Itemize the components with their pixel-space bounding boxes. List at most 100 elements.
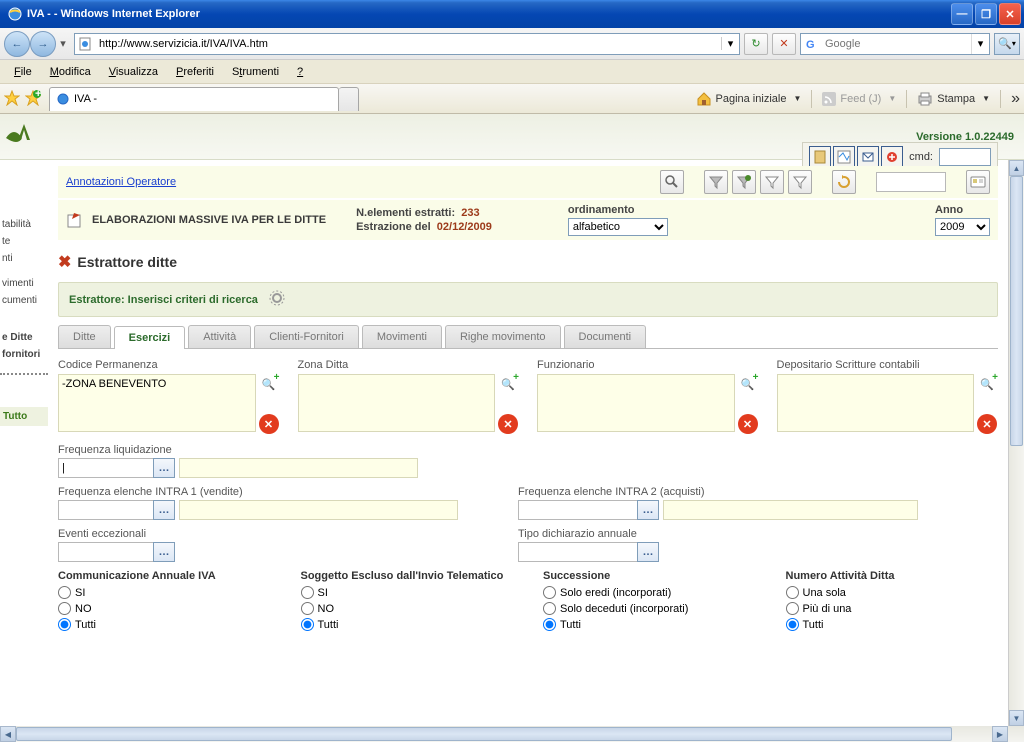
nav-item[interactable]: nti (0, 250, 48, 267)
add-favorite-icon[interactable]: + (25, 90, 43, 108)
url-dropdown[interactable]: ▾ (721, 37, 739, 50)
tab-documenti[interactable]: Documenti (564, 325, 647, 348)
radio-option[interactable]: Una sola (786, 586, 999, 599)
criteria-zona-box[interactable] (298, 374, 496, 432)
freq-liq-input[interactable] (58, 458, 154, 478)
print-button[interactable]: Stampa ▼ (917, 92, 990, 106)
search-go-button[interactable]: 🔍▾ (994, 33, 1020, 55)
tool-card-icon[interactable] (966, 170, 990, 194)
radio-option[interactable]: NO (58, 602, 271, 615)
resize-grip[interactable] (1008, 726, 1024, 742)
nav-item[interactable]: e Ditte (0, 329, 48, 346)
search-box[interactable]: G ▾ (800, 33, 990, 55)
browser-tab[interactable]: IVA - (49, 87, 339, 111)
toolbar-overflow[interactable]: » (1011, 90, 1020, 108)
tool-filter2-icon[interactable] (732, 170, 756, 194)
search-add-icon[interactable]: 🔍 (738, 374, 758, 394)
menu-modifica[interactable]: Modifica (42, 63, 99, 81)
stop-button[interactable]: ✕ (772, 33, 796, 55)
scroll-up-arrow[interactable]: ▲ (1009, 160, 1024, 176)
tab-attivita[interactable]: Attività (188, 325, 251, 348)
search-add-icon[interactable]: 🔍 (977, 374, 997, 394)
annotation-link[interactable]: Annotazioni Operatore (66, 176, 176, 188)
radio-option[interactable]: Tutti (786, 618, 999, 631)
gear-icon[interactable] (268, 289, 286, 310)
scroll-thumb[interactable] (16, 727, 952, 741)
criteria-funzionario-box[interactable] (537, 374, 735, 432)
tab-esercizi[interactable]: Esercizi (114, 326, 186, 349)
menu-visualizza[interactable]: Visualizza (101, 63, 166, 81)
radio-option[interactable]: Tutti (543, 618, 756, 631)
maximize-button[interactable]: ❐ (975, 3, 997, 25)
nav-item[interactable]: tabilità (0, 216, 48, 233)
radio-option[interactable]: SI (58, 586, 271, 599)
tool-filter3-icon[interactable] (760, 170, 784, 194)
scroll-left-arrow[interactable]: ◀ (0, 726, 16, 742)
delete-icon[interactable]: ✕ (977, 414, 997, 434)
favorites-star-icon[interactable] (4, 90, 22, 108)
scroll-down-arrow[interactable]: ▼ (1009, 710, 1024, 726)
delete-icon[interactable]: ✕ (738, 414, 758, 434)
radio-option[interactable]: Più di una (786, 602, 999, 615)
tool-refresh-icon[interactable] (832, 170, 856, 194)
nav-item[interactable]: cumenti (0, 292, 48, 309)
picker-button[interactable]: … (153, 500, 175, 520)
scroll-thumb[interactable] (1010, 176, 1023, 446)
delete-icon[interactable]: ✕ (498, 414, 518, 434)
home-page-button[interactable]: Pagina iniziale ▼ (696, 91, 802, 107)
picker-button[interactable]: … (153, 458, 175, 478)
eventi-input[interactable] (58, 542, 154, 562)
vertical-scrollbar[interactable]: ▲ ▼ (1008, 160, 1024, 726)
picker-button[interactable]: … (637, 542, 659, 562)
nav-item-tutto[interactable]: Tutto (0, 407, 48, 426)
picker-button[interactable]: … (153, 542, 175, 562)
close-button[interactable]: ✕ (999, 3, 1021, 25)
menu-help[interactable]: ? (289, 63, 311, 81)
tab-movimenti[interactable]: Movimenti (362, 325, 442, 348)
scroll-right-arrow[interactable]: ▶ (992, 726, 1008, 742)
tool-zoom-icon[interactable] (660, 170, 684, 194)
search-dropdown[interactable]: ▾ (971, 34, 989, 54)
delete-icon[interactable]: ✕ (259, 414, 279, 434)
criteria-permanenza-box[interactable]: -ZONA BENEVENTO (58, 374, 256, 432)
new-tab-button[interactable] (339, 87, 359, 111)
url-input[interactable] (95, 34, 721, 54)
criteria-depositario-box[interactable] (777, 374, 975, 432)
search-add-icon[interactable]: 🔍 (259, 374, 279, 394)
radio-option[interactable]: SI (301, 586, 514, 599)
close-section-icon[interactable]: ✖ (58, 252, 71, 272)
radio-option[interactable]: NO (301, 602, 514, 615)
tool-filter-icon[interactable] (704, 170, 728, 194)
refresh-button[interactable]: ↻ (744, 33, 768, 55)
menu-strumenti[interactable]: Strumenti (224, 63, 287, 81)
radio-option[interactable]: Tutti (301, 618, 514, 631)
nav-item[interactable]: te (0, 233, 48, 250)
minimize-button[interactable]: — (951, 3, 973, 25)
search-input[interactable] (821, 34, 971, 54)
field-label: Frequenza elenche INTRA 1 (vendite) (58, 486, 458, 498)
tab-righe[interactable]: Righe movimento (445, 325, 561, 348)
horizontal-scrollbar[interactable]: ◀ ▶ (0, 726, 1024, 742)
year-select[interactable]: 2009 (935, 218, 990, 236)
tool-filter4-icon[interactable] (788, 170, 812, 194)
tab-ditte[interactable]: Ditte (58, 325, 111, 348)
picker-button[interactable]: … (637, 500, 659, 520)
tab-clienti[interactable]: Clienti-Fornitori (254, 325, 359, 348)
radio-option[interactable]: Solo deceduti (incorporati) (543, 602, 756, 615)
menu-preferiti[interactable]: Preferiti (168, 63, 222, 81)
address-bar[interactable]: ▾ (74, 33, 740, 55)
tipodich-input[interactable] (518, 542, 638, 562)
forward-button[interactable]: → (30, 31, 56, 57)
radio-option[interactable]: Solo eredi (incorporati) (543, 586, 756, 599)
intra1-input[interactable] (58, 500, 154, 520)
order-select[interactable]: alfabetico (568, 218, 668, 236)
nav-history-dropdown[interactable]: ▾ (56, 31, 70, 57)
menu-file[interactable]: File (6, 63, 40, 81)
annot-search-input[interactable] (876, 172, 946, 192)
back-button[interactable]: ← (4, 31, 30, 57)
radio-option[interactable]: Tutti (58, 618, 271, 631)
nav-item[interactable]: fornitori (0, 346, 48, 363)
nav-item[interactable]: vimenti (0, 275, 48, 292)
search-add-icon[interactable]: 🔍 (498, 374, 518, 394)
intra2-input[interactable] (518, 500, 638, 520)
